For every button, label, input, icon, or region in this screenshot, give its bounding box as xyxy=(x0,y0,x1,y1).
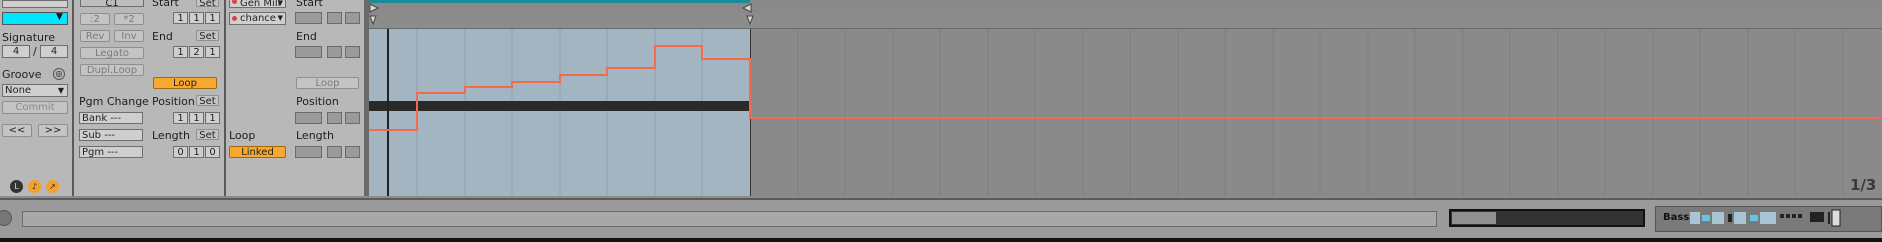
groove-label: Groove xyxy=(2,68,42,81)
envelope-icon[interactable]: ↗ xyxy=(46,180,59,193)
length-bar[interactable]: 0 xyxy=(173,146,188,158)
signature-label: Signature xyxy=(2,31,56,44)
loop-markers[interactable] xyxy=(369,0,769,30)
env-start-label: Start xyxy=(296,0,323,9)
linked-button[interactable]: Linked xyxy=(229,146,286,158)
env-position-label: Position xyxy=(296,95,339,108)
loop-button[interactable]: Loop xyxy=(153,77,217,89)
sub-field[interactable]: Sub --- xyxy=(79,129,143,141)
clip-panel-col4 xyxy=(226,0,292,196)
duplicate-loop-button[interactable]: Dupl.Loop xyxy=(80,64,144,76)
groove-value: None xyxy=(5,85,32,96)
end-beat[interactable]: 2 xyxy=(189,46,204,58)
env-end-beat[interactable] xyxy=(327,46,342,58)
groove-hotswap-icon[interactable]: ◎ xyxy=(53,68,65,80)
signature-numerator[interactable]: 4 xyxy=(2,45,30,58)
page-indicator: 1/3 xyxy=(1850,176,1877,194)
end-label: End xyxy=(152,30,173,43)
env-start-bar[interactable] xyxy=(295,12,322,24)
nav-next-button[interactable]: >> xyxy=(38,124,68,137)
start-sixteenth[interactable]: 1 xyxy=(205,12,220,24)
track-name: Bass xyxy=(1663,212,1690,223)
position-bar[interactable]: 1 xyxy=(173,112,188,124)
bottom-strip xyxy=(0,238,1882,242)
position-set-button[interactable]: Set xyxy=(196,95,219,107)
env-start-sixteenth[interactable] xyxy=(345,12,360,24)
env-length-label: Length xyxy=(296,129,334,142)
invert-button[interactable]: Inv xyxy=(114,30,144,42)
bank-field[interactable]: Bank --- xyxy=(79,112,143,124)
loop-end-marker[interactable] xyxy=(741,3,752,13)
cpu-meter-fill xyxy=(1452,212,1496,224)
env-length-beat[interactable] xyxy=(327,146,342,158)
legato-button[interactable]: Legato xyxy=(80,47,144,59)
control-chooser[interactable]: chance ▼ xyxy=(229,12,286,25)
end-sixteenth[interactable]: 1 xyxy=(205,46,220,58)
start-label: Start xyxy=(152,0,179,9)
end-marker[interactable] xyxy=(746,15,754,26)
start-bar[interactable]: 1 xyxy=(173,12,188,24)
env-position-sixteenth[interactable] xyxy=(345,112,360,124)
env-end-label: End xyxy=(296,30,317,43)
clip-panel-col1 xyxy=(0,0,72,196)
start-set-button[interactable]: Set xyxy=(196,0,219,9)
start-marker[interactable] xyxy=(369,15,377,26)
length-sixteenth[interactable]: 0 xyxy=(205,146,220,158)
status-message-field xyxy=(22,211,1437,227)
position-label: Position xyxy=(152,95,195,108)
control-dot-icon xyxy=(232,16,237,21)
groove-select[interactable]: None ▼ xyxy=(2,84,68,97)
chevron-down-icon: ▼ xyxy=(56,12,63,22)
end-bar[interactable]: 1 xyxy=(173,46,188,58)
env-start-beat[interactable] xyxy=(327,12,342,24)
clip-name-field[interactable] xyxy=(2,0,68,8)
nav-prev-button[interactable]: << xyxy=(2,124,32,137)
env-end-sixteenth[interactable] xyxy=(345,46,360,58)
signature-denominator[interactable]: 4 xyxy=(40,45,68,58)
env-position-beat[interactable] xyxy=(327,112,342,124)
chevron-down-icon: ▼ xyxy=(277,0,283,7)
position-sixteenth[interactable]: 1 xyxy=(205,112,220,124)
track-overview-icon[interactable] xyxy=(1690,209,1882,229)
length-label: Length xyxy=(152,129,190,142)
start-beat[interactable]: 1 xyxy=(189,12,204,24)
device-value: Gen Mill xyxy=(240,0,281,9)
env-length-sixteenth[interactable] xyxy=(345,146,360,158)
control-value: chance xyxy=(240,13,276,24)
reverse-button[interactable]: Rev xyxy=(80,30,110,42)
automation-envelope[interactable] xyxy=(369,29,1882,196)
env-length-bar[interactable] xyxy=(295,146,322,158)
notes-icon[interactable]: ♪ xyxy=(28,180,41,193)
length-set-button[interactable]: Set xyxy=(196,129,219,141)
env-loop-button[interactable]: Loop xyxy=(296,77,359,89)
commit-button[interactable]: Commit xyxy=(2,101,68,114)
signature-separator: / xyxy=(33,45,37,58)
pgm-field[interactable]: Pgm --- xyxy=(79,146,143,158)
length-beat[interactable]: 1 xyxy=(189,146,204,158)
device-chooser[interactable]: Gen Mill ▼ xyxy=(229,0,286,9)
env-end-bar[interactable] xyxy=(295,46,322,58)
loop-start-marker[interactable] xyxy=(369,3,380,13)
env-position-bar[interactable] xyxy=(295,112,322,124)
double-tempo-button[interactable]: *2 xyxy=(114,13,144,25)
pgm-change-label: Pgm Change xyxy=(79,95,149,108)
position-beat[interactable]: 1 xyxy=(189,112,204,124)
note-field[interactable]: C1 xyxy=(80,0,144,9)
chevron-down-icon: ▼ xyxy=(277,14,283,22)
cpu-meter xyxy=(1449,209,1645,227)
chevron-down-icon: ▼ xyxy=(57,86,64,95)
envelope-loop-label: Loop xyxy=(229,129,256,142)
clip-icon[interactable]: L xyxy=(10,180,23,193)
end-set-button[interactable]: Set xyxy=(196,30,219,42)
half-tempo-button[interactable]: :2 xyxy=(80,13,110,25)
